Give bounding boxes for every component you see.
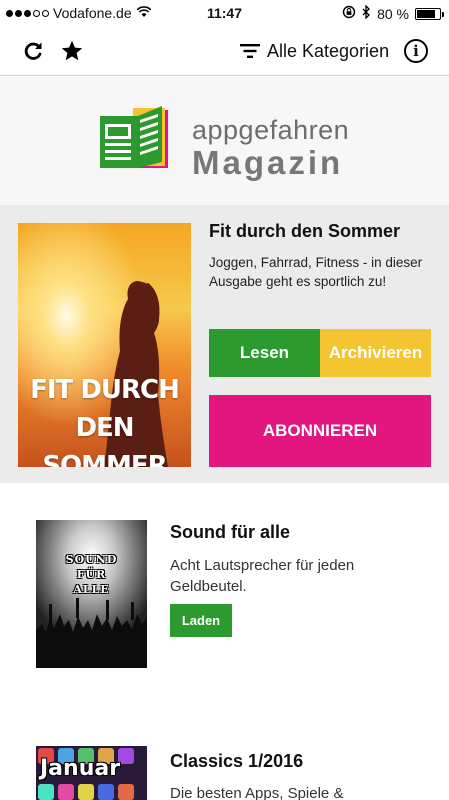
categories-filter-button[interactable]: Alle Kategorien <box>240 38 389 64</box>
issue-title: Classics 1/2016 <box>170 751 304 771</box>
issue-cover-title: Januar <box>40 756 121 781</box>
categories-label: Alle Kategorien <box>267 40 390 61</box>
refresh-button[interactable] <box>18 36 48 66</box>
battery-level <box>417 9 435 18</box>
info-icon: i <box>404 39 428 63</box>
issue-description: Acht Lautsprecher für jeden Geldbeutel. <box>170 557 355 595</box>
load-button[interactable]: Laden <box>170 604 232 637</box>
featured-title: Fit durch den Sommer <box>209 221 401 241</box>
favorites-button[interactable] <box>57 36 87 66</box>
status-right: 80 % <box>342 4 444 22</box>
archive-button[interactable]: Archivieren <box>320 329 431 377</box>
logo-text-brand: appgefahren <box>192 115 350 145</box>
battery-icon <box>415 7 444 20</box>
magazine-logo-header: appgefahren Magazin <box>0 77 449 205</box>
list-item: SOUND FÜR ALLE Sound für alle Acht Lauts… <box>0 483 449 723</box>
logo-text-magazine: Magazin <box>192 144 344 181</box>
featured-cover-title: FIT DURCH DEN SOMMER <box>30 375 180 467</box>
nav-bar: Alle Kategorien i <box>0 26 449 76</box>
star-icon <box>61 40 83 61</box>
issue-cover-image[interactable]: Januar <box>36 746 147 800</box>
refresh-icon <box>24 42 42 60</box>
list-item: Januar Classics 1/2016 Die besten Apps, … <box>0 723 449 800</box>
featured-description: Joggen, Fahrrad, Fitness - in dieser Aus… <box>209 255 423 289</box>
featured-issue: FIT DURCH DEN SOMMER Fit durch den Somme… <box>0 205 449 483</box>
issue-description: Die besten Apps, Spiele & <box>170 785 344 800</box>
featured-cover-image[interactable]: FIT DURCH DEN SOMMER <box>18 223 191 467</box>
info-button[interactable]: i <box>401 36 431 66</box>
status-bar: Vodafone.de 11:47 80 % <box>0 0 449 26</box>
newspaper-logo-icon <box>98 102 178 179</box>
read-button[interactable]: Lesen <box>209 329 320 377</box>
issue-title: Sound für alle <box>170 522 291 542</box>
filter-icon <box>240 44 260 58</box>
bluetooth-icon <box>362 4 371 22</box>
issue-cover-title: SOUND FÜR ALLE <box>65 553 118 596</box>
issue-cover-image[interactable]: SOUND FÜR ALLE <box>36 520 147 668</box>
battery-percent: 80 % <box>377 5 409 22</box>
rotation-lock-icon <box>342 5 356 22</box>
subscribe-button[interactable]: ABONNIEREN <box>209 395 431 467</box>
